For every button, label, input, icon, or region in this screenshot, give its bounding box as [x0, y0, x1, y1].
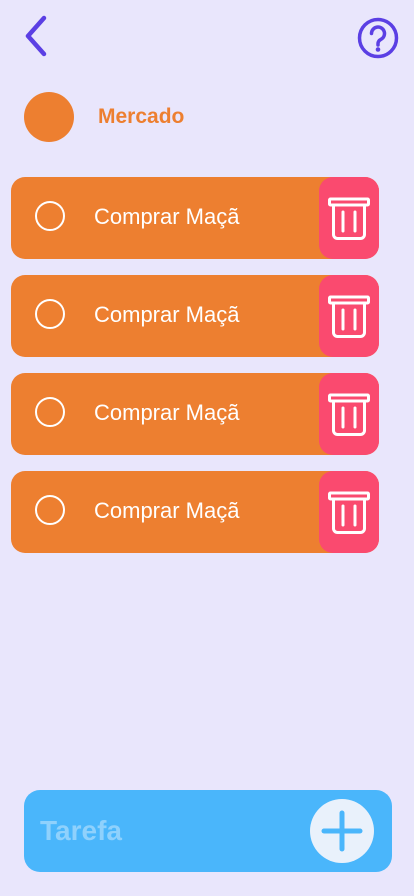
task-item: Comprar Maçã — [11, 373, 379, 455]
category-color-dot — [24, 92, 74, 142]
trash-icon — [328, 393, 370, 436]
task-checkbox[interactable] — [35, 299, 65, 329]
task-label: Comprar Maçã — [94, 498, 240, 523]
task-item: Comprar Maçã — [11, 471, 379, 553]
back-button[interactable] — [14, 12, 58, 60]
task-label: Comprar Maçã — [94, 204, 240, 229]
trash-icon — [328, 491, 370, 534]
chevron-left-icon — [25, 15, 47, 57]
task-checkbox[interactable] — [35, 397, 65, 427]
question-circle-icon — [357, 17, 399, 59]
add-task-bar — [24, 790, 392, 872]
task-label: Comprar Maçã — [94, 400, 240, 425]
task-checkbox[interactable] — [35, 495, 65, 525]
category-header: Mercado — [24, 92, 184, 142]
category-title: Mercado — [98, 105, 185, 128]
task-list: Comprar Maçã Comprar Maçã Comprar Maçã C… — [11, 177, 379, 569]
delete-task-button[interactable] — [319, 471, 379, 553]
delete-task-button[interactable] — [319, 373, 379, 455]
trash-icon — [328, 197, 370, 240]
task-label: Comprar Maçã — [94, 302, 240, 327]
task-item: Comprar Maçã — [11, 177, 379, 259]
task-checkbox[interactable] — [35, 201, 65, 231]
task-item: Comprar Maçã — [11, 275, 379, 357]
trash-icon — [328, 295, 370, 338]
delete-task-button[interactable] — [319, 275, 379, 357]
plus-icon — [321, 810, 363, 852]
add-task-button[interactable] — [310, 799, 374, 863]
delete-task-button[interactable] — [319, 177, 379, 259]
task-input[interactable] — [40, 812, 300, 850]
help-button[interactable] — [354, 14, 402, 62]
